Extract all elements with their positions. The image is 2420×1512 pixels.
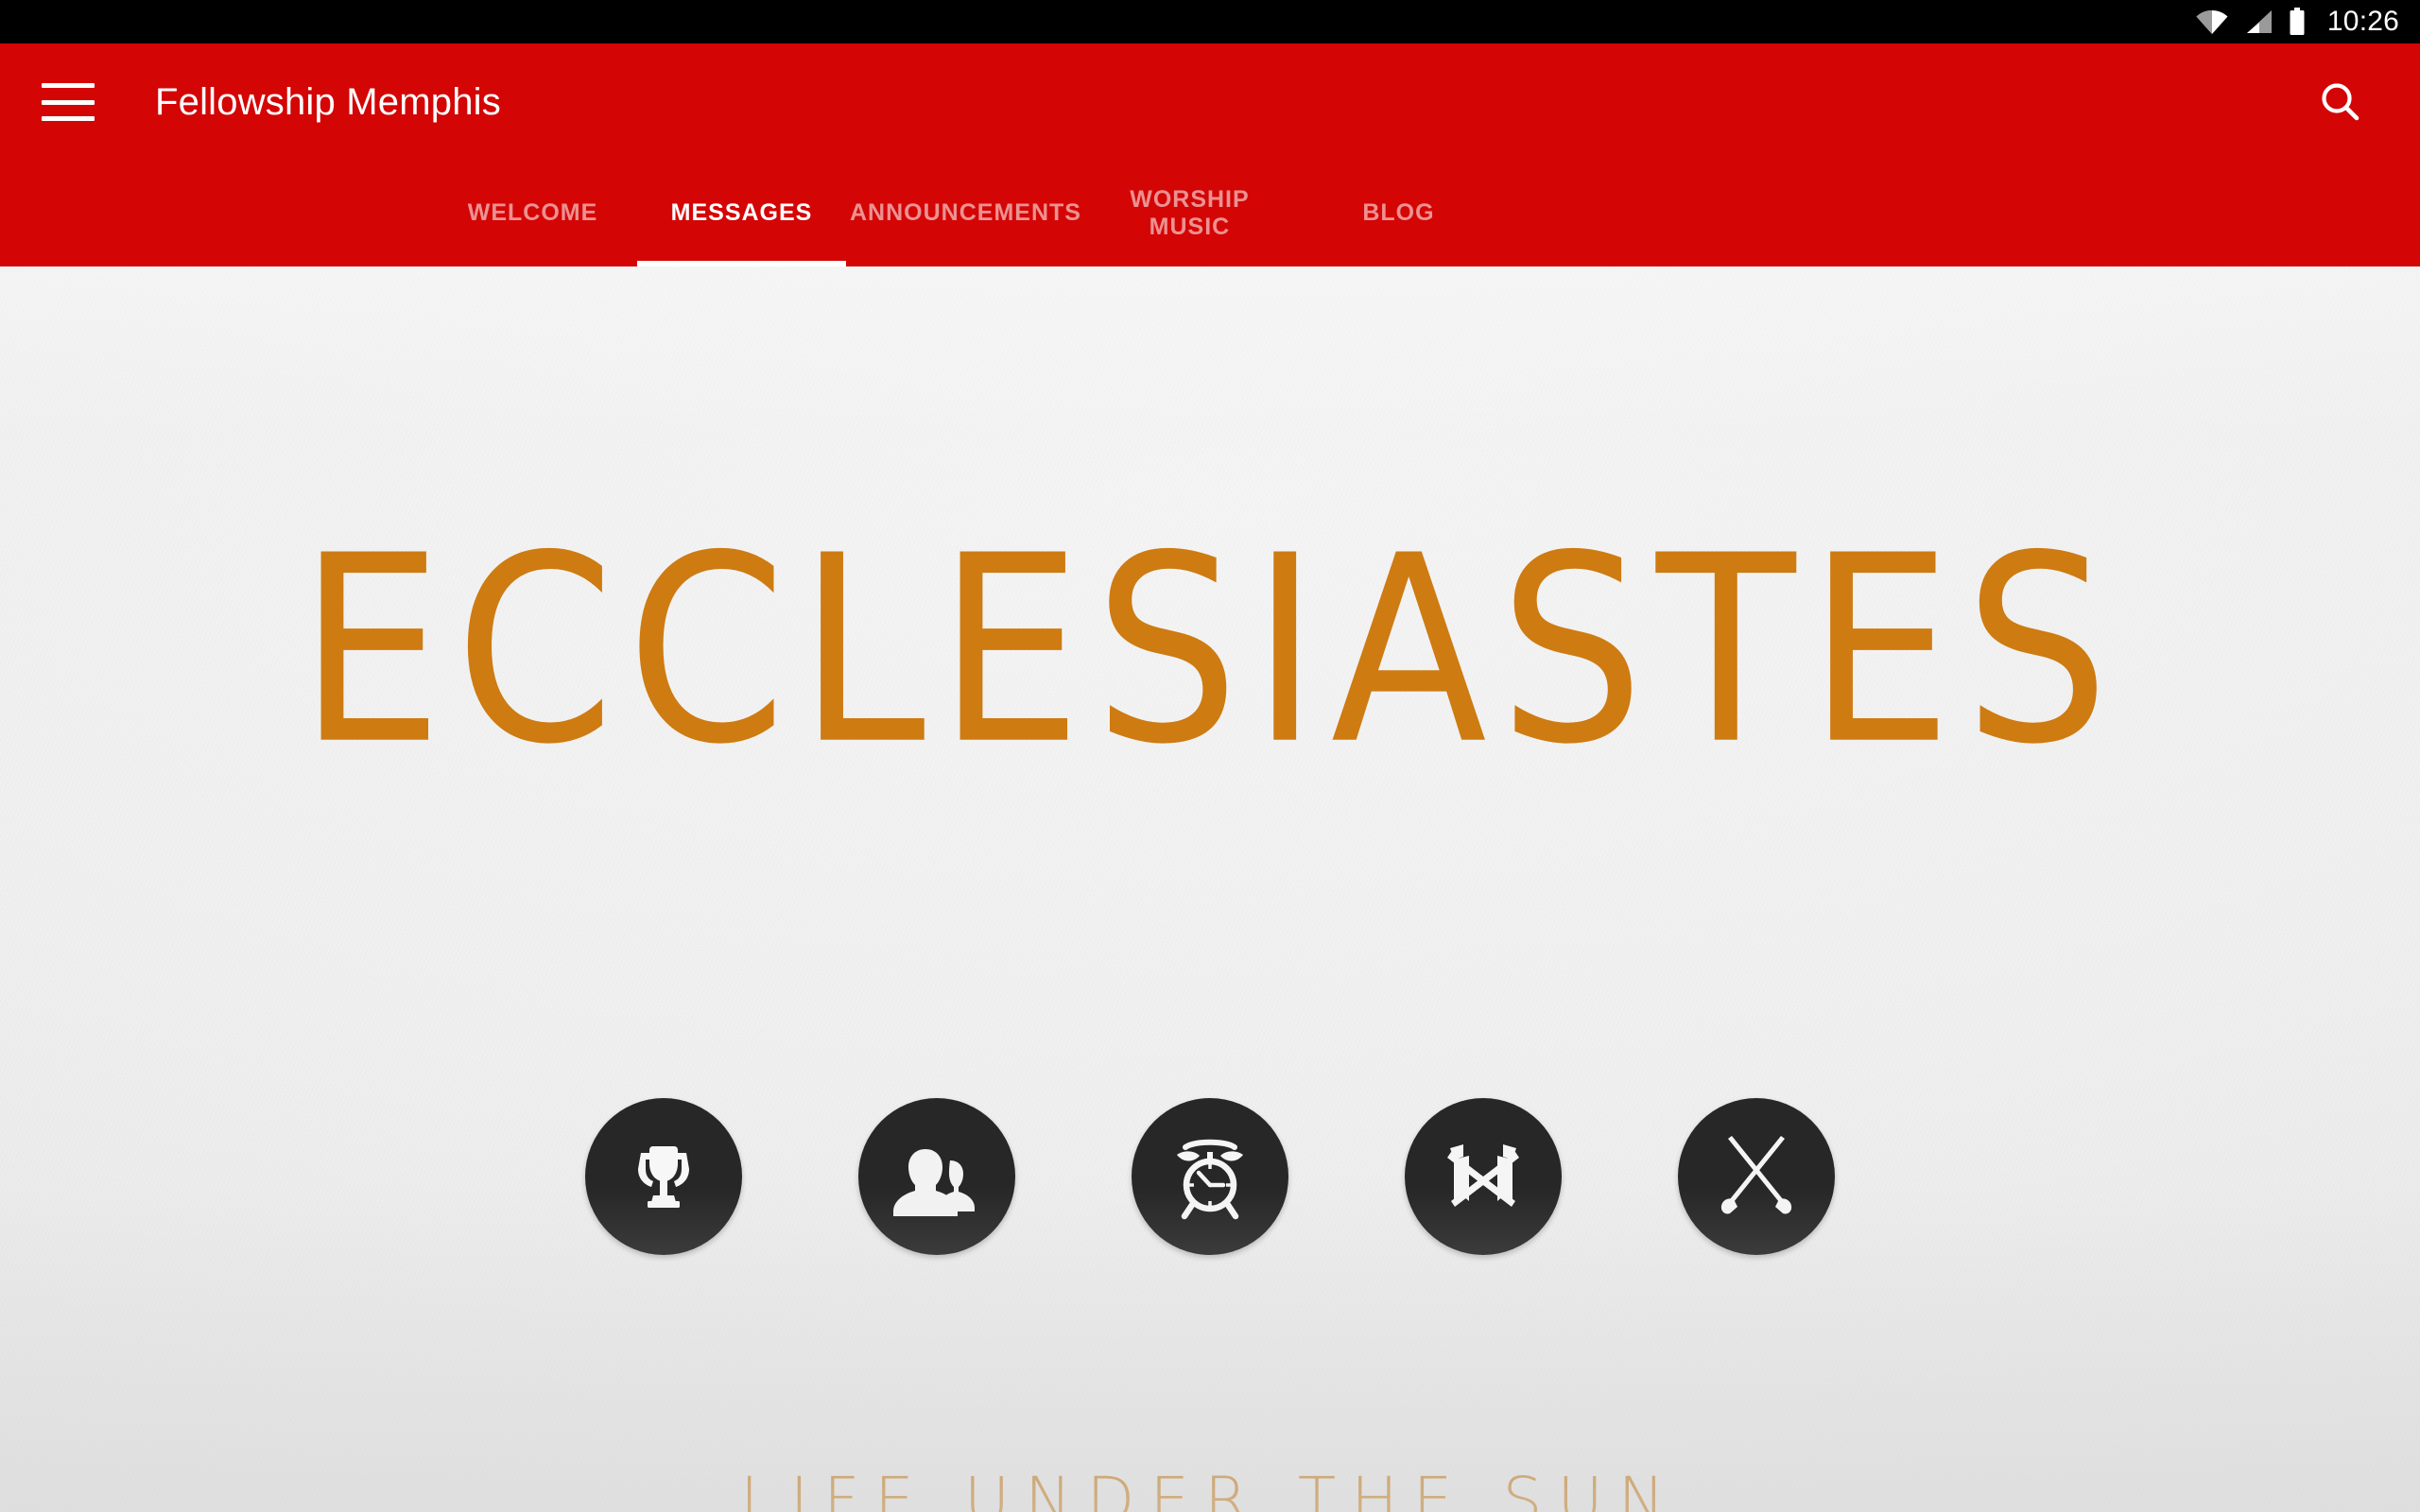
series-icon-row	[0, 1098, 2420, 1255]
tab-label: ANNOUNCEMENTS	[850, 199, 1081, 227]
tab-label: WELCOME	[467, 199, 598, 227]
cell-signal-icon	[2244, 9, 2273, 35]
tab-welcome[interactable]: WELCOME	[428, 161, 637, 266]
alarm-clock-icon[interactable]	[1132, 1098, 1288, 1255]
wifi-icon	[2195, 9, 2229, 35]
status-bar-clock: 10:26	[2326, 6, 2399, 37]
content-area[interactable]: ECCLESIASTES LIFE UNDER THE SUN	[0, 266, 2420, 1512]
couple-people-icon[interactable]	[858, 1098, 1015, 1255]
app-root: 10:26 Fellowship Memphis WELCOME MESSAGE…	[0, 0, 2420, 1512]
series-title: ECCLESIASTES	[298, 500, 2122, 801]
tab-blog[interactable]: BLOG	[1294, 161, 1503, 266]
tab-messages[interactable]: MESSAGES	[637, 161, 846, 266]
trophy-icon[interactable]	[585, 1098, 742, 1255]
tab-bar: WELCOME MESSAGES ANNOUNCEMENTS WORSHIP M…	[0, 161, 2420, 266]
tab-label: WORSHIP MUSIC	[1130, 185, 1250, 241]
crossed-banners-icon[interactable]	[1405, 1098, 1562, 1255]
app-title: Fellowship Memphis	[155, 80, 501, 123]
status-bar: 10:26	[0, 0, 2420, 43]
app-bar: Fellowship Memphis	[0, 43, 2420, 161]
series-subtitle: LIFE UNDER THE SUN	[739, 1464, 1681, 1512]
tab-announcements[interactable]: ANNOUNCEMENTS	[846, 161, 1085, 266]
battery-icon	[2288, 8, 2307, 36]
tab-worship-music[interactable]: WORSHIP MUSIC	[1085, 161, 1294, 266]
tab-label: MESSAGES	[670, 199, 813, 227]
tab-label: BLOG	[1362, 199, 1435, 227]
paper-grain-texture	[0, 266, 2420, 1512]
hamburger-menu-icon[interactable]	[42, 83, 95, 121]
crossed-golf-clubs-icon[interactable]	[1678, 1098, 1835, 1255]
search-icon[interactable]	[2312, 74, 2369, 130]
